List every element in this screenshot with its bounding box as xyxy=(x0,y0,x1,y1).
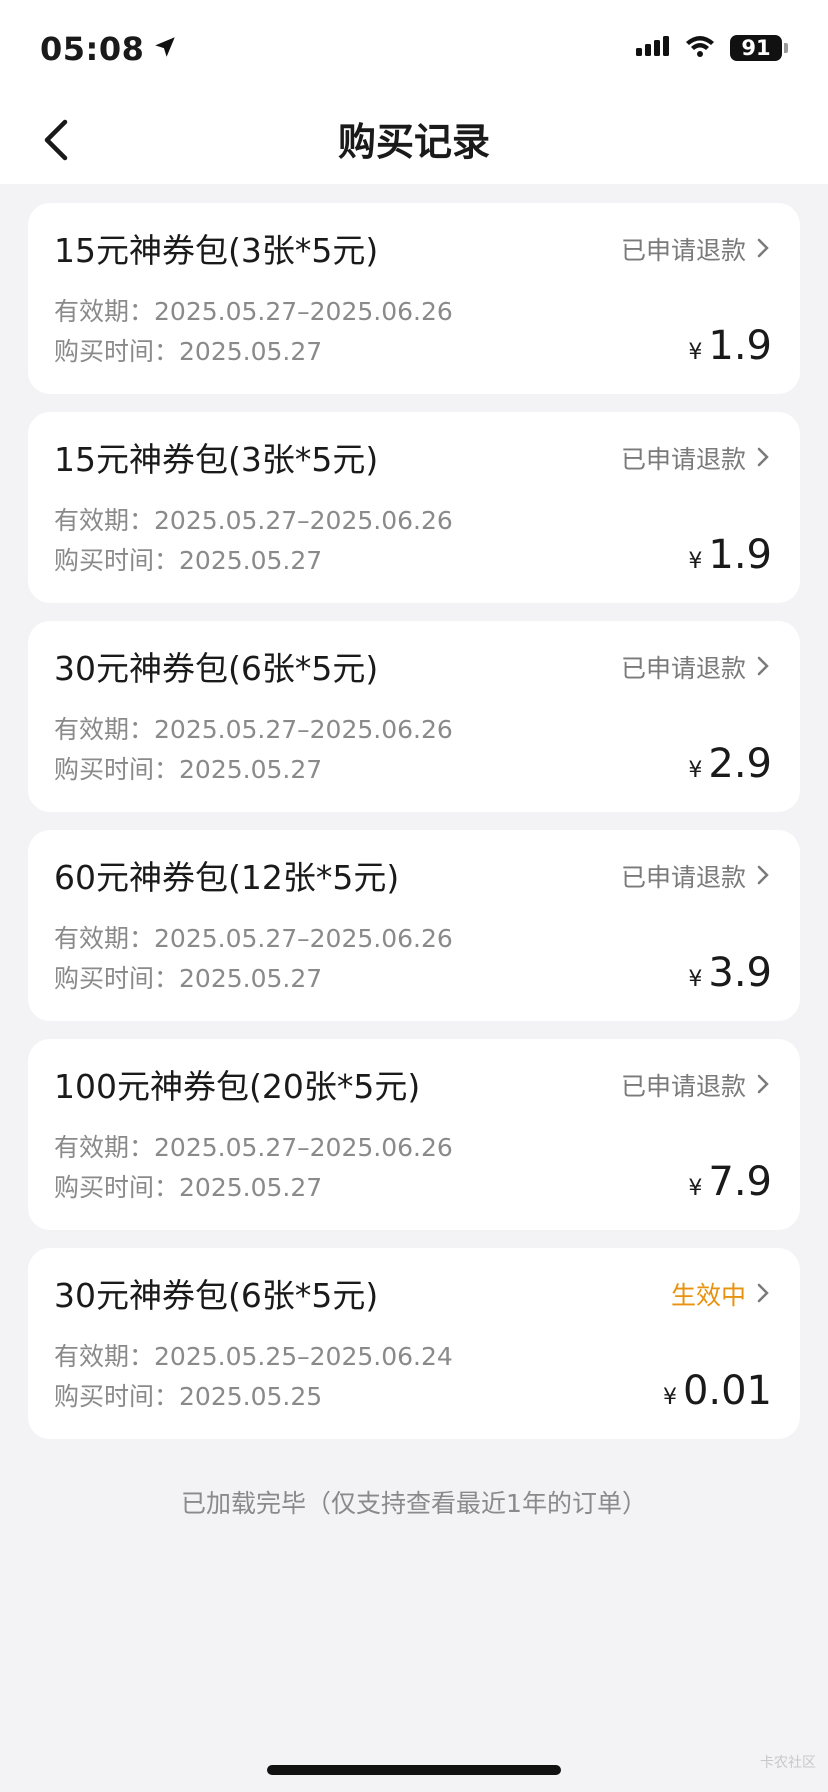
order-status[interactable]: 已申请退款 xyxy=(621,233,770,269)
price-value: 3.9 xyxy=(708,950,772,996)
order-price: ¥0.01 xyxy=(663,1366,772,1423)
order-validity: 有效期：2025.05.27–2025.06.26 xyxy=(54,504,453,538)
order-price: ¥3.9 xyxy=(688,948,772,1005)
order-status-label: 已申请退款 xyxy=(620,236,746,265)
order-card[interactable]: 15元神券包(3张*5元) 已申请退款 有效期：2025.05.27–2025.… xyxy=(28,412,800,603)
cellular-signal-icon xyxy=(636,34,670,62)
order-validity: 有效期：2025.05.27–2025.06.26 xyxy=(54,295,453,329)
currency-symbol: ¥ xyxy=(688,549,703,574)
order-validity: 有效期：2025.05.27–2025.06.26 xyxy=(54,1131,453,1165)
order-purchase-time: 购买时间：2025.05.27 xyxy=(54,335,322,369)
order-card[interactable]: 60元神券包(12张*5元) 已申请退款 有效期：2025.05.27–2025… xyxy=(28,830,800,1021)
nav-bar: 购买记录 xyxy=(0,100,828,184)
chevron-right-icon xyxy=(756,651,770,687)
order-title: 15元神券包(3张*5元) xyxy=(54,440,379,479)
currency-symbol: ¥ xyxy=(688,340,703,365)
order-purchase-time: 购买时间：2025.05.27 xyxy=(54,1171,322,1205)
order-card[interactable]: 15元神券包(3张*5元) 已申请退款 有效期：2025.05.27–2025.… xyxy=(28,203,800,394)
purchase-time-value: 2025.05.27 xyxy=(179,755,323,784)
watermark: 卡农社区 xyxy=(760,1755,816,1771)
order-title: 30元神券包(6张*5元) xyxy=(54,649,379,688)
order-status[interactable]: 已申请退款 xyxy=(621,1069,770,1105)
purchase-time-value: 2025.05.25 xyxy=(179,1382,323,1411)
validity-value: 2025.05.27–2025.06.26 xyxy=(154,715,453,744)
order-purchase-time: 购买时间：2025.05.27 xyxy=(54,962,322,996)
purchase-time-label: 购买时间： xyxy=(54,1382,180,1411)
order-title: 30元神券包(6张*5元) xyxy=(54,1276,379,1315)
order-status-label: 已申请退款 xyxy=(620,863,746,892)
price-value: 0.01 xyxy=(682,1368,772,1414)
order-status[interactable]: 生效中 xyxy=(671,1278,770,1314)
order-card[interactable]: 30元神券包(6张*5元) 已申请退款 有效期：2025.05.27–2025.… xyxy=(28,621,800,812)
order-purchase-time: 购买时间：2025.05.27 xyxy=(54,544,322,578)
status-time: 05:08 xyxy=(40,30,178,68)
purchase-time-value: 2025.05.27 xyxy=(179,546,323,575)
order-status-label: 已申请退款 xyxy=(620,654,746,683)
order-validity: 有效期：2025.05.25–2025.06.24 xyxy=(54,1340,453,1374)
purchase-time-label: 购买时间： xyxy=(54,755,180,784)
validity-value: 2025.05.27–2025.06.26 xyxy=(154,924,453,953)
location-arrow-icon xyxy=(152,30,178,68)
chevron-right-icon xyxy=(756,442,770,478)
chevron-right-icon xyxy=(756,860,770,896)
validity-value: 2025.05.25–2025.06.24 xyxy=(154,1342,453,1371)
currency-symbol: ¥ xyxy=(688,967,703,992)
validity-label: 有效期： xyxy=(54,1133,155,1162)
order-status[interactable]: 已申请退款 xyxy=(621,651,770,687)
order-title: 15元神券包(3张*5元) xyxy=(54,231,379,270)
page-title: 购买记录 xyxy=(337,120,490,164)
price-value: 1.9 xyxy=(708,532,772,578)
status-time-text: 05:08 xyxy=(40,30,145,68)
validity-value: 2025.05.27–2025.06.26 xyxy=(154,297,453,326)
order-validity: 有效期：2025.05.27–2025.06.26 xyxy=(54,713,453,747)
order-purchase-time: 购买时间：2025.05.25 xyxy=(54,1380,322,1414)
order-price: ¥1.9 xyxy=(688,530,772,587)
order-title: 60元神券包(12张*5元) xyxy=(54,858,400,897)
validity-label: 有效期： xyxy=(54,1342,155,1371)
price-value: 2.9 xyxy=(708,741,772,787)
purchase-time-label: 购买时间： xyxy=(54,337,180,366)
order-price: ¥7.9 xyxy=(688,1157,772,1214)
validity-value: 2025.05.27–2025.06.26 xyxy=(154,506,453,535)
validity-label: 有效期： xyxy=(54,715,155,744)
purchase-time-label: 购买时间： xyxy=(54,1173,180,1202)
chevron-right-icon xyxy=(756,233,770,269)
currency-symbol: ¥ xyxy=(662,1385,677,1410)
status-bar: 05:08 91 xyxy=(0,0,828,100)
purchase-time-label: 购买时间： xyxy=(54,546,180,575)
wifi-icon xyxy=(684,34,716,62)
order-card[interactable]: 100元神券包(20张*5元) 已申请退款 有效期：2025.05.27–202… xyxy=(28,1039,800,1230)
order-purchase-time: 购买时间：2025.05.27 xyxy=(54,753,322,787)
order-status-label: 已申请退款 xyxy=(620,445,746,474)
order-title: 100元神券包(20张*5元) xyxy=(54,1067,421,1106)
validity-label: 有效期： xyxy=(54,506,155,535)
validity-label: 有效期： xyxy=(54,297,155,326)
purchase-time-value: 2025.05.27 xyxy=(179,337,323,366)
status-icons: 91 xyxy=(636,34,788,62)
battery-icon: 91 xyxy=(730,35,788,61)
chevron-right-icon xyxy=(756,1278,770,1314)
purchase-time-value: 2025.05.27 xyxy=(179,964,323,993)
validity-label: 有效期： xyxy=(54,924,155,953)
order-status[interactable]: 已申请退款 xyxy=(621,442,770,478)
validity-value: 2025.05.27–2025.06.26 xyxy=(154,1133,453,1162)
chevron-right-icon xyxy=(756,1069,770,1105)
order-card[interactable]: 30元神券包(6张*5元) 生效中 有效期：2025.05.25–2025.06… xyxy=(28,1248,800,1439)
order-validity: 有效期：2025.05.27–2025.06.26 xyxy=(54,922,453,956)
home-indicator[interactable] xyxy=(267,1765,561,1775)
order-status-label: 生效中 xyxy=(670,1281,746,1310)
order-status-label: 已申请退款 xyxy=(620,1072,746,1101)
price-value: 7.9 xyxy=(708,1159,772,1205)
order-price: ¥2.9 xyxy=(688,739,772,796)
order-list: 15元神券包(3张*5元) 已申请退款 有效期：2025.05.27–2025.… xyxy=(28,203,800,1457)
battery-level: 91 xyxy=(730,35,782,61)
footer-note: 已加载完毕（仅支持查看最近1年的订单） xyxy=(181,1489,647,1518)
order-status[interactable]: 已申请退款 xyxy=(621,860,770,896)
purchase-time-label: 购买时间： xyxy=(54,964,180,993)
order-price: ¥1.9 xyxy=(688,321,772,378)
currency-symbol: ¥ xyxy=(688,758,703,783)
purchase-time-value: 2025.05.27 xyxy=(179,1173,323,1202)
price-value: 1.9 xyxy=(708,323,772,369)
currency-symbol: ¥ xyxy=(688,1176,703,1201)
